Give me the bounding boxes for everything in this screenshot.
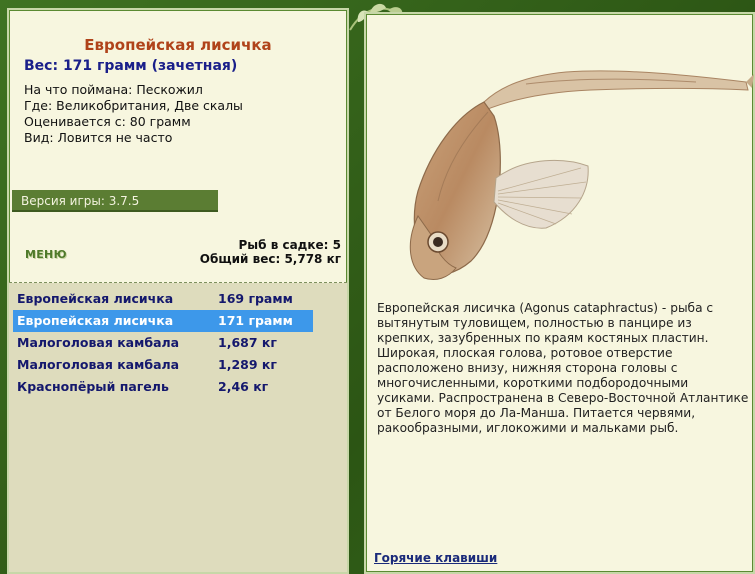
list-item-weight: 1,289 кг	[218, 357, 277, 372]
list-item[interactable]: Краснопёрый пагель 2,46 кг	[13, 376, 313, 398]
list-item-weight: 169 грамм	[218, 291, 293, 306]
menu-button[interactable]: МЕНЮ	[25, 248, 67, 261]
fish-image	[409, 70, 754, 281]
list-item-name: Малоголовая камбала	[17, 357, 180, 372]
location-info: Где: Великобритания, Две скалы	[24, 98, 243, 113]
valued-from-info: Оценивается с: 80 грамм	[24, 114, 191, 129]
list-item-selected[interactable]: Европейская лисичка 171 грамм	[13, 310, 313, 332]
list-item[interactable]: Малоголовая камбала 1,289 кг	[13, 354, 313, 376]
fish-weight: Вес: 171 грамм (зачетная)	[24, 58, 238, 74]
list-item[interactable]: Малоголовая камбала 1,687 кг	[13, 332, 313, 354]
bait-info: На что поймана: Пескожил	[24, 82, 203, 97]
game-frame: Европейская лисичка Вес: 171 грамм (заче…	[0, 0, 755, 574]
fish-description: Европейская лисичка (Agonus cataphractus…	[377, 301, 749, 435]
version-label: Версия игры: 3.7.5	[12, 190, 218, 212]
list-item-weight: 171 грамм	[218, 313, 293, 328]
catch-info-panel: Европейская лисичка Вес: 171 грамм (заче…	[7, 8, 349, 574]
list-item-name: Европейская лисичка	[17, 291, 174, 306]
list-item-weight: 2,46 кг	[218, 379, 269, 394]
catch-list: Европейская лисичка 169 грамм Европейска…	[9, 283, 347, 572]
fish-description-panel: Европейская лисичка (Agonus cataphractus…	[364, 12, 755, 574]
list-item-name: Малоголовая камбала	[17, 335, 180, 350]
list-item-weight: 1,687 кг	[218, 335, 277, 350]
keepnet-total-weight: Общий вес: 5,778 кг	[199, 252, 341, 266]
keepnet-count: Рыб в садке: 5	[238, 238, 342, 252]
list-item-name: Европейская лисичка	[17, 313, 174, 328]
hotkeys-link[interactable]: Горячие клавиши	[374, 551, 497, 565]
frequency-info: Вид: Ловится не часто	[24, 130, 173, 145]
list-item-name: Краснопёрый пагель	[17, 379, 169, 394]
fish-title: Европейская лисичка	[84, 36, 272, 54]
list-item[interactable]: Европейская лисичка 169 грамм	[13, 288, 313, 310]
